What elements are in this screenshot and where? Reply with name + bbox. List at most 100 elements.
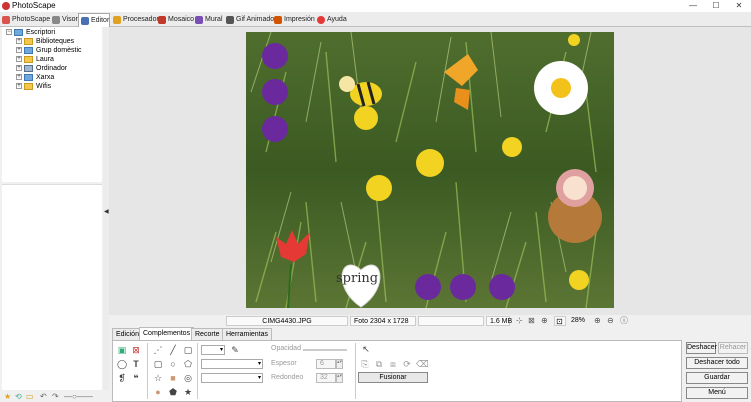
close-button[interactable]: ✕ (729, 0, 749, 11)
expand-icon[interactable]: + (16, 83, 22, 89)
tab-ayuda[interactable]: Ayuda (315, 13, 347, 27)
zoom-actual-icon[interactable]: ⊡ (554, 316, 566, 326)
rotate-icon[interactable]: ⟳ (402, 359, 412, 369)
status-filename: CIMG4430.JPG (226, 316, 348, 326)
title-bar: PhotoScape — ☐ ✕ (0, 0, 751, 12)
copy-icon[interactable]: ⎘ (360, 359, 370, 369)
balloon-icon[interactable]: ◯ (117, 359, 127, 369)
expand-icon[interactable]: + (16, 38, 22, 44)
status-file-size: 1.6 MB (486, 316, 512, 326)
bring-front-icon[interactable]: ⧉ (374, 359, 384, 369)
fit-icon[interactable]: ⊹ (516, 316, 523, 326)
minimize-button[interactable]: — (683, 0, 703, 11)
tab-herramientas[interactable]: Herramientas (222, 328, 273, 340)
sticker-text: spring (336, 271, 378, 286)
tab-mural[interactable]: Mural (193, 13, 223, 27)
tab-complementos[interactable]: Complementos (139, 327, 195, 340)
delete-object-icon[interactable]: ⌫ (416, 359, 429, 369)
complementos-panel: ▣ ⊠ ◯ T ❡ ❝ ⋰ ╱ ▢ ▢ ○ ⬠ ☆ ■ ◎ ● ⬟ ★ ▾ ✎ … (112, 340, 682, 402)
sticker-icon[interactable]: ⊠ (131, 345, 141, 355)
line-icon[interactable]: ╱ (168, 345, 178, 355)
folder-icon[interactable]: ▭ (26, 392, 34, 401)
photo-icon[interactable]: ▣ (117, 345, 127, 355)
filled-circle-icon[interactable]: ◎ (183, 373, 193, 383)
send-back-icon[interactable]: ⧈ (388, 359, 398, 369)
undo-all-button[interactable]: Deshacer todo (686, 357, 748, 369)
eyedropper-icon[interactable]: ✎ (230, 345, 240, 355)
quote-icon[interactable]: ❝ (131, 373, 141, 383)
expand-icon[interactable]: + (16, 74, 22, 80)
divider (355, 343, 356, 399)
zoom-level: 28% (571, 317, 586, 324)
fill-style-select[interactable]: ▾ (201, 373, 263, 383)
expand-icon[interactable]: + (16, 65, 22, 71)
thumbnail-size-slider[interactable]: —○—— (64, 392, 93, 401)
app-icon (2, 2, 10, 10)
tab-mosaico[interactable]: Mosaico (156, 13, 194, 27)
tab-editor[interactable]: Editor (78, 13, 110, 27)
star-icon[interactable]: ★ (4, 392, 11, 401)
collapse-arrow-icon[interactable]: ◀ (104, 208, 109, 215)
actual-size-icon[interactable]: ⊠ (528, 316, 535, 326)
window-title: PhotoScape (12, 1, 56, 10)
zoom-in-icon[interactable]: ⊕ (594, 316, 601, 326)
divider (147, 343, 148, 399)
rotate-left-icon[interactable]: ↶ (40, 392, 47, 401)
computer-icon (24, 65, 33, 72)
ellipse-icon[interactable]: ○ (168, 359, 178, 369)
divider (197, 343, 198, 399)
freehand-line-icon[interactable]: ⋰ (153, 345, 163, 355)
rectangle-icon[interactable]: ▢ (183, 345, 193, 355)
rounded-rect-icon[interactable]: ▢ (153, 359, 163, 369)
thumbnail-toolbar: ★ ⟲ ▭ ↶ ↷ —○—— (2, 391, 102, 402)
filled-rect-icon[interactable]: ■ (168, 373, 178, 383)
user-folder-icon (24, 56, 33, 63)
expand-icon[interactable]: + (16, 47, 22, 53)
color-picker[interactable]: ▾ (201, 345, 225, 355)
redo-button[interactable]: Rehacer (718, 342, 748, 354)
main-tabs: PhotoScape Visor Editor Procesador Mosai… (0, 12, 751, 27)
folder-icon (24, 38, 33, 45)
merge-button[interactable]: Fusionar (358, 372, 428, 383)
refresh-icon[interactable]: ⟲ (15, 392, 22, 401)
thickness-field[interactable]: 6 (316, 359, 336, 369)
status-empty (418, 316, 484, 326)
select-arrow-icon[interactable]: ↖ (361, 344, 371, 354)
rotate-right-icon[interactable]: ↷ (52, 392, 59, 401)
print-icon (274, 16, 282, 24)
gif-icon (226, 16, 234, 24)
filled-ellipse-icon[interactable]: ● (153, 387, 163, 397)
info-icon[interactable]: ⓘ (620, 316, 628, 326)
filled-polygon-icon[interactable]: ⬟ (168, 387, 178, 397)
zoom-out-icon[interactable]: ⊖ (607, 316, 614, 326)
menu-button[interactable]: Menú (686, 387, 748, 399)
collapse-icon[interactable]: − (6, 29, 12, 35)
tab-recorte[interactable]: Recorte (191, 328, 224, 340)
rounding-field[interactable]: 32 (316, 373, 336, 383)
chevron-down-icon: ▾ (257, 375, 261, 381)
rounding-stepper[interactable]: ▴▾ (336, 373, 343, 383)
polygon-icon[interactable]: ⬠ (183, 359, 193, 369)
tab-procesador[interactable]: Procesador (111, 13, 159, 27)
photoscape-icon (2, 16, 10, 24)
filled-star-icon[interactable]: ★ (183, 387, 193, 397)
opacity-slider[interactable] (303, 349, 347, 351)
undo-button[interactable]: Deshacer (686, 342, 717, 354)
photo-canvas[interactable]: spring (246, 32, 614, 308)
thumbnail-panel[interactable] (2, 184, 102, 390)
star-shape-icon[interactable]: ☆ (153, 373, 163, 383)
maximize-button[interactable]: ☐ (706, 0, 726, 11)
line-style-select[interactable]: ▾ (201, 359, 263, 369)
expand-icon[interactable]: + (16, 56, 22, 62)
thickness-stepper[interactable]: ▴▾ (336, 359, 343, 369)
save-button[interactable]: Guardar (686, 372, 748, 384)
symbol-icon[interactable]: ❡ (117, 373, 127, 383)
tab-gif-animado[interactable]: Gif Animado (224, 13, 274, 27)
homegroup-icon (24, 47, 33, 54)
text-icon[interactable]: T (131, 359, 141, 369)
rounding-label: Redondeo (271, 374, 304, 381)
zoom-fit-icon[interactable]: ⊕ (541, 316, 548, 326)
tab-photoscape[interactable]: PhotoScape (0, 13, 50, 27)
tab-visor[interactable]: Visor (50, 13, 78, 27)
tab-impresion[interactable]: Impresión (272, 13, 315, 27)
